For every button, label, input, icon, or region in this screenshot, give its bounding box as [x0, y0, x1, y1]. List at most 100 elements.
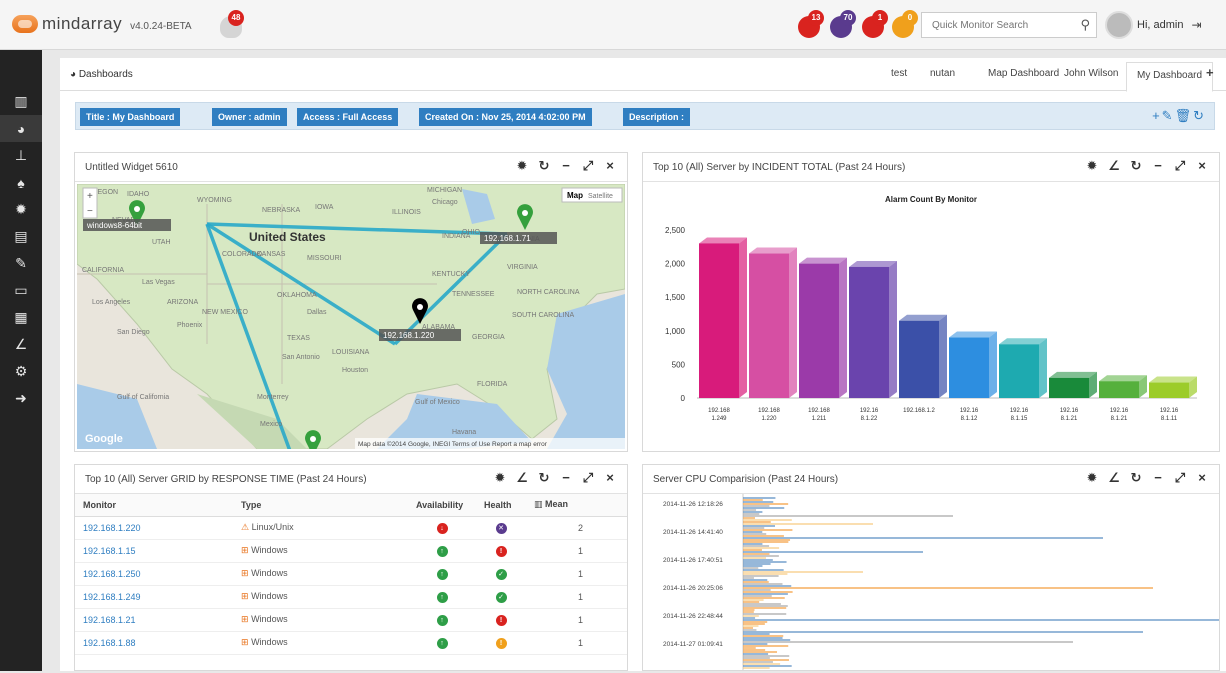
gears-icon[interactable]: ⚙ [0, 358, 42, 385]
title-pill: Title : My Dashboard [80, 108, 181, 126]
close-icon[interactable]: × [599, 158, 621, 174]
user-greeting[interactable]: Hi, admin [1137, 19, 1183, 31]
marker-label[interactable]: windows8-64bit [86, 221, 143, 230]
mean-cell: 1 [526, 608, 627, 632]
bar[interactable] [999, 338, 1047, 398]
status-filter-button[interactable]: 13 [796, 10, 826, 40]
logout-icon[interactable]: ⇥ [1191, 18, 1201, 32]
expand-icon[interactable]: ⤢ [1169, 158, 1191, 174]
table-row[interactable]: 192.168.1.88 ⊞ Windows ↑! 1 [75, 631, 627, 655]
refresh-icon[interactable]: ↻ [1193, 108, 1206, 123]
col-availability[interactable]: Availability [408, 494, 476, 517]
monitor-link[interactable]: 192.168.1.250 [75, 562, 233, 586]
monitor-icon[interactable]: ▭ [0, 277, 42, 304]
bar[interactable] [849, 260, 897, 398]
quick-monitor-search[interactable]: ⚲ [921, 12, 1097, 38]
arrow-circle-icon[interactable]: ➜ [0, 385, 42, 412]
zoom-out-button[interactable]: − [87, 206, 93, 217]
map-view[interactable]: OREGON IDAHO WYOMING NEBRASKA IOWA MICHIGAN Ch… [77, 184, 625, 449]
monitor-link[interactable]: 192.168.1.15 [75, 539, 233, 563]
created-pill: Created On : Nov 25, 2014 4:02:00 PM [419, 108, 592, 126]
expand-icon[interactable]: ⤢ [577, 158, 599, 174]
tab-map-dashboard[interactable]: Map Dashboard [988, 68, 1059, 79]
user-menu[interactable]: Hi, admin ⇥ [1105, 11, 1202, 39]
search-icon[interactable]: ⚲ [1080, 17, 1090, 33]
wrench-icon[interactable]: ✎ [0, 250, 42, 277]
status-filter-button[interactable]: 1 [860, 10, 890, 40]
bar-chart-icon[interactable]: ▥ [0, 88, 42, 115]
minimize-icon[interactable]: − [555, 158, 577, 174]
close-icon[interactable]: × [599, 470, 621, 486]
time-axis-label: 2014-11-26 14:41:40 [663, 529, 723, 536]
bar[interactable] [749, 247, 797, 398]
gear-icon[interactable]: ✹ [0, 196, 42, 223]
sitemap-icon[interactable]: ⊥ [0, 142, 42, 169]
breadcrumb[interactable]: ◕ Dashboards [70, 69, 133, 80]
close-icon[interactable]: × [1191, 470, 1213, 486]
marker-label[interactable]: 192.168.1.71 [484, 234, 531, 243]
table-row[interactable]: 192.168.1.250 ⊞ Windows ↑ ✓ 1 [75, 562, 627, 586]
refresh-icon[interactable]: ↻ [1125, 470, 1147, 486]
map-canvas[interactable]: OREGON IDAHOWYOMINGNEBRASKA IOWAMICHIGANCh… [77, 184, 625, 449]
settings-icon[interactable]: ✹ [1081, 470, 1103, 486]
col-mean[interactable]: ▥ Mean [526, 494, 627, 517]
bar[interactable] [799, 257, 847, 398]
chart-type-icon[interactable]: ∠ [1103, 470, 1125, 486]
chart-type-icon[interactable]: ∠ [511, 470, 533, 486]
map-type-satellite-button[interactable]: Satellite [588, 193, 613, 200]
alarm-button[interactable]: 48 [218, 10, 246, 38]
search-input[interactable] [922, 13, 1062, 37]
monitor-link[interactable]: 192.168.1.21 [75, 608, 233, 632]
calendar-icon[interactable]: ▦ [0, 304, 42, 331]
table-row[interactable]: 192.168.1.21 ⊞ Windows ↑! 1 [75, 608, 627, 632]
bar[interactable] [899, 314, 947, 398]
monitor-link[interactable]: 192.168.1.220 [75, 516, 233, 540]
report-icon[interactable]: ▤ [0, 223, 42, 250]
refresh-icon[interactable]: ↻ [533, 470, 555, 486]
app-logo[interactable]: mindarray v4.0.24-BETA [12, 14, 192, 34]
delete-icon[interactable]: 🗑 [1175, 108, 1194, 123]
chart-type-icon[interactable]: ∠ [1103, 158, 1125, 174]
edit-icon[interactable]: ✎ [1162, 108, 1175, 123]
col-health[interactable]: Health [476, 494, 526, 517]
map-type-map-button[interactable]: Map [567, 191, 583, 200]
tab-john-wilson[interactable]: John Wilson [1064, 68, 1118, 79]
col-type[interactable]: Type [233, 494, 408, 517]
refresh-icon[interactable]: ↻ [533, 158, 555, 174]
bar[interactable] [1049, 371, 1097, 398]
tab-test[interactable]: test [891, 68, 907, 79]
monitor-link[interactable]: 192.168.1.249 [75, 585, 233, 609]
settings-icon[interactable]: ✹ [511, 158, 533, 174]
status-filter-button[interactable]: 70 [828, 10, 858, 40]
settings-icon[interactable]: ✹ [1081, 158, 1103, 174]
close-icon[interactable]: × [1191, 158, 1213, 174]
col-monitor[interactable]: Monitor [75, 494, 233, 517]
bar[interactable] [1099, 375, 1147, 398]
monitor-link[interactable]: 192.168.1.88 [75, 631, 233, 655]
line-chart-icon[interactable]: ∠ [0, 331, 42, 358]
tab-nutan[interactable]: nutan [930, 68, 955, 79]
minimize-icon[interactable]: − [555, 470, 577, 486]
table-row[interactable]: 192.168.1.220 ⚠ Linux/Unix ↓ ✕ 2 [75, 516, 627, 540]
add-widget-icon[interactable]: + [1152, 108, 1162, 123]
dashboard-icon[interactable]: ◕ [0, 115, 42, 142]
bar[interactable] [699, 237, 747, 398]
bar[interactable] [1149, 376, 1197, 398]
table-row[interactable]: 192.168.1.15 ⊞ Windows ↑! 1 [75, 539, 627, 563]
marker-label[interactable]: 192.168.1.220 [383, 331, 435, 340]
expand-icon[interactable]: ⤢ [577, 470, 599, 486]
table-row[interactable]: 192.168.1.249 ⊞ Windows ↑ ✓ 1 [75, 585, 627, 609]
grid-widget: Top 10 (All) Server GRID by RESPONSE TIM… [74, 464, 628, 671]
settings-icon[interactable]: ✹ [489, 470, 511, 486]
minimize-icon[interactable]: − [1147, 470, 1169, 486]
zoom-in-button[interactable]: + [87, 191, 93, 202]
refresh-icon[interactable]: ↻ [1125, 158, 1147, 174]
avatar[interactable] [1105, 11, 1133, 39]
expand-icon[interactable]: ⤢ [1169, 470, 1191, 486]
status-filter-button[interactable]: 0 [890, 10, 920, 40]
bar[interactable] [949, 331, 997, 398]
bell-icon[interactable]: ♠ [0, 169, 42, 196]
add-tab-button[interactable]: + [1206, 65, 1214, 80]
tab-my-dashboard[interactable]: My Dashboard [1126, 62, 1214, 92]
minimize-icon[interactable]: − [1147, 158, 1169, 174]
